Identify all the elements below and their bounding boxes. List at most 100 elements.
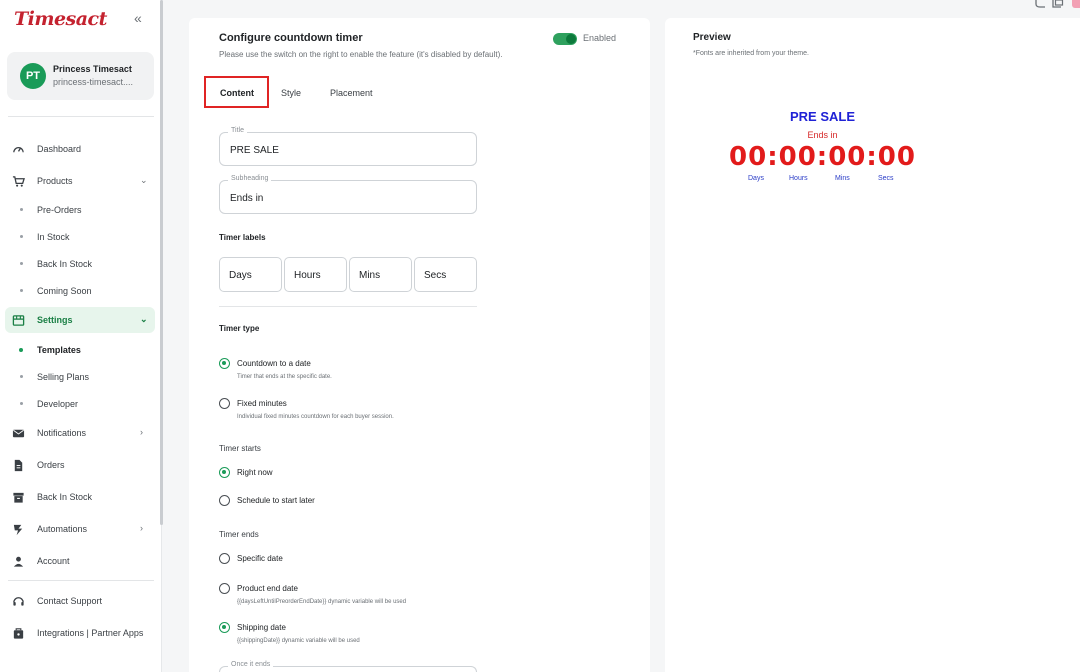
radio-unselected-icon	[219, 583, 230, 594]
sidebar-item-label: Orders	[37, 460, 65, 470]
tab-placement[interactable]: Placement	[330, 88, 373, 98]
preview-panel: Preview *Fonts are inherited from your t…	[665, 18, 1080, 672]
tab-style[interactable]: Style	[281, 88, 301, 98]
mail-icon	[12, 429, 25, 438]
sidebar-item-orders[interactable]: Orders	[0, 452, 155, 478]
archive-icon	[13, 492, 24, 503]
once-it-ends-legend: Once it ends	[228, 661, 274, 668]
days-label-input[interactable]: Days	[219, 257, 282, 292]
copy-icon[interactable]	[1052, 0, 1064, 8]
subheading-field-legend: Subheading	[228, 175, 272, 182]
sidebar-subitem-selling-plans[interactable]: Selling Plans	[0, 366, 155, 388]
chevron-down-icon: ⌄	[140, 175, 148, 185]
timer-ends-heading: Timer ends	[219, 530, 259, 539]
sidebar-item-label: Coming Soon	[37, 286, 92, 296]
sidebar-item-label: Developer	[37, 399, 79, 409]
preview-timer-subheading: Ends in	[807, 130, 838, 140]
subheading-field[interactable]: Subheading Ends in	[219, 175, 477, 214]
radio-label: Product end date	[237, 584, 298, 593]
user-icon	[13, 556, 24, 567]
sidebar-item-label: Templates	[37, 345, 81, 355]
radio-schedule-later[interactable]: Schedule to start later	[219, 495, 479, 525]
refresh-icon[interactable]	[1035, 0, 1047, 8]
mins-label-input[interactable]: Mins	[349, 257, 412, 292]
radio-label: Specific date	[237, 554, 283, 563]
store-icon	[12, 315, 25, 326]
cart-icon	[12, 176, 25, 187]
title-field[interactable]: Title PRE SALE	[219, 127, 477, 166]
document-icon	[14, 459, 23, 472]
sidebar-subitem-pre-orders[interactable]: Pre-Orders	[0, 199, 155, 221]
sidebar-item-label: Integrations | Partner Apps	[37, 628, 144, 638]
sidebar-item-automations[interactable]: Automations ›	[0, 516, 155, 542]
radio-label: Schedule to start later	[237, 496, 315, 505]
automation-icon	[13, 524, 23, 536]
mins-label-value: Mins	[359, 270, 381, 281]
tab-content[interactable]: Content	[220, 88, 254, 98]
radio-label: Right now	[237, 468, 273, 477]
hours-label-input[interactable]: Hours	[284, 257, 347, 292]
sidebar-subitem-coming-soon[interactable]: Coming Soon	[0, 280, 155, 302]
radio-product-end-date[interactable]: Product end date {{daysLeftUntilPreorder…	[219, 583, 479, 613]
sidebar-item-back-in-stock[interactable]: Back In Stock	[0, 484, 155, 510]
sidebar-scrollbar[interactable]	[160, 0, 163, 525]
radio-label: Shipping date	[237, 623, 286, 632]
sidebar-item-settings[interactable]: Settings ⌄	[5, 307, 155, 333]
gauge-icon	[13, 147, 24, 153]
timer-type-heading: Timer type	[219, 324, 260, 333]
sidebar-item-products[interactable]: Products ⌄	[0, 168, 155, 194]
sidebar-item-label: Dashboard	[37, 144, 82, 154]
sidebar-item-label: Account	[37, 556, 70, 566]
radio-unselected-icon	[219, 398, 230, 409]
secs-label-input[interactable]: Secs	[414, 257, 477, 292]
radio-label: Countdown to a date	[237, 359, 311, 368]
profile-card[interactable]: PT Princess Timesact princess-timesact..…	[7, 52, 154, 100]
sidebar-subitem-back-in-stock[interactable]: Back In Stock	[0, 253, 155, 275]
sidebar-item-label: In Stock	[37, 232, 70, 242]
sidebar-item-contact-support[interactable]: Contact Support	[0, 588, 155, 614]
preview-unit-days: Days	[748, 175, 764, 182]
radio-right-now[interactable]: Right now	[219, 467, 479, 497]
sidebar-item-label: Pre-Orders	[37, 205, 82, 215]
countdown-config-panel: Configure countdown timer Please use the…	[189, 18, 650, 672]
enable-toggle[interactable]	[553, 33, 577, 45]
app-logo[interactable]: Timesact	[14, 8, 107, 30]
radio-label: Fixed minutes	[237, 399, 287, 408]
sidebar-subitem-in-stock[interactable]: In Stock	[0, 226, 155, 248]
bullet-icon	[20, 208, 23, 211]
sidebar-item-account[interactable]: Account	[0, 548, 155, 574]
preview-title: Preview	[693, 32, 731, 43]
radio-help: Individual fixed minutes countdown for e…	[237, 414, 394, 420]
radio-help: {{shippingDate}} dynamic variable will b…	[237, 638, 360, 644]
radio-shipping-date[interactable]: Shipping date {{shippingDate}} dynamic v…	[219, 622, 479, 652]
radio-selected-icon	[219, 622, 230, 633]
avatar: PT	[20, 63, 46, 89]
timer-labels-heading: Timer labels	[219, 233, 266, 242]
sidebar-item-label: Products	[37, 176, 73, 186]
sidebar-item-notifications[interactable]: Notifications ›	[0, 420, 155, 446]
sidebar-subitem-templates[interactable]: Templates	[0, 339, 155, 361]
notification-indicator[interactable]	[1072, 0, 1080, 8]
sidebar: Timesact « PT Princess Timesact princess…	[0, 0, 162, 672]
chevron-right-icon: ›	[140, 427, 143, 437]
radio-selected-icon	[219, 358, 230, 369]
collapse-sidebar-icon[interactable]: «	[134, 10, 142, 26]
section-divider	[219, 306, 477, 307]
panel-title: Configure countdown timer	[219, 32, 363, 44]
radio-countdown-to-date[interactable]: Countdown to a date Timer that ends at t…	[219, 358, 479, 388]
sidebar-item-dashboard[interactable]: Dashboard	[0, 136, 155, 162]
sidebar-divider	[8, 580, 154, 581]
bullet-icon	[20, 375, 23, 378]
sidebar-item-label: Back In Stock	[37, 259, 93, 269]
sidebar-item-integrations[interactable]: Integrations | Partner Apps	[0, 620, 155, 646]
radio-specific-date[interactable]: Specific date	[219, 553, 479, 583]
sidebar-subitem-developer[interactable]: Developer	[0, 393, 155, 415]
radio-fixed-minutes[interactable]: Fixed minutes Individual fixed minutes c…	[219, 398, 479, 428]
sidebar-item-label: Settings	[37, 315, 73, 325]
preview-timer-clock: 00:00:00:00	[729, 142, 916, 172]
sidebar-item-label: Notifications	[37, 428, 87, 438]
radio-unselected-icon	[219, 553, 230, 564]
bullet-icon	[20, 262, 23, 265]
enable-toggle-label: Enabled	[583, 33, 617, 43]
once-it-ends-select[interactable]: Once it ends	[219, 661, 477, 672]
